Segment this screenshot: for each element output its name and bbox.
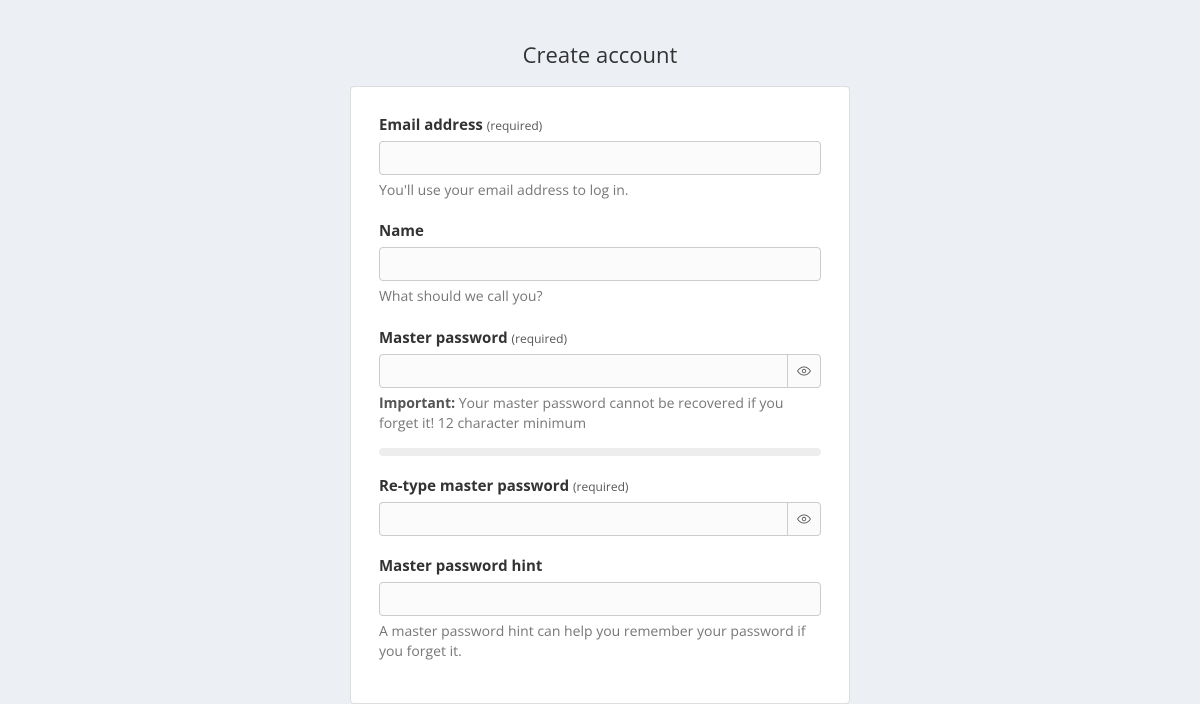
name-label-text: Name: [379, 221, 424, 241]
page-title: Create account: [350, 40, 850, 70]
create-account-card: Email address (required) You'll use your…: [350, 86, 850, 704]
name-group: Name What should we call you?: [379, 221, 821, 307]
email-field[interactable]: [379, 141, 821, 175]
email-group: Email address (required) You'll use your…: [379, 115, 821, 201]
toggle-master-password-visibility-button[interactable]: [787, 354, 821, 388]
email-label: Email address (required): [379, 115, 821, 135]
eye-icon: [797, 364, 811, 378]
master-password-group: Master password (required) Important: Yo…: [379, 328, 821, 457]
password-hint-label: Master password hint: [379, 556, 821, 576]
password-hint-hint: A master password hint can help you reme…: [379, 622, 821, 663]
password-hint-group: Master password hint A master password h…: [379, 556, 821, 663]
master-password-label: Master password (required): [379, 328, 821, 348]
password-strength-bar: [379, 448, 821, 456]
password-hint-field[interactable]: [379, 582, 821, 616]
retype-password-label-text: Re-type master password: [379, 476, 569, 496]
email-required-tag: (required): [487, 117, 542, 134]
eye-icon: [797, 512, 811, 526]
retype-password-input-group: [379, 502, 821, 536]
name-hint: What should we call you?: [379, 287, 821, 307]
master-password-field[interactable]: [379, 354, 787, 388]
email-label-text: Email address: [379, 115, 483, 135]
name-label: Name: [379, 221, 821, 241]
important-label: Important:: [379, 394, 455, 413]
master-password-input-group: [379, 354, 821, 388]
name-field[interactable]: [379, 247, 821, 281]
toggle-retype-password-visibility-button[interactable]: [787, 502, 821, 536]
email-hint: You'll use your email address to log in.: [379, 181, 821, 201]
master-password-label-text: Master password: [379, 328, 508, 348]
retype-password-field[interactable]: [379, 502, 787, 536]
master-password-hint: Important: Your master password cannot b…: [379, 394, 821, 435]
password-hint-label-text: Master password hint: [379, 556, 542, 576]
retype-password-required-tag: (required): [573, 478, 628, 495]
retype-password-label: Re-type master password (required): [379, 476, 821, 496]
retype-password-group: Re-type master password (required): [379, 476, 821, 536]
master-password-required-tag: (required): [512, 330, 567, 347]
